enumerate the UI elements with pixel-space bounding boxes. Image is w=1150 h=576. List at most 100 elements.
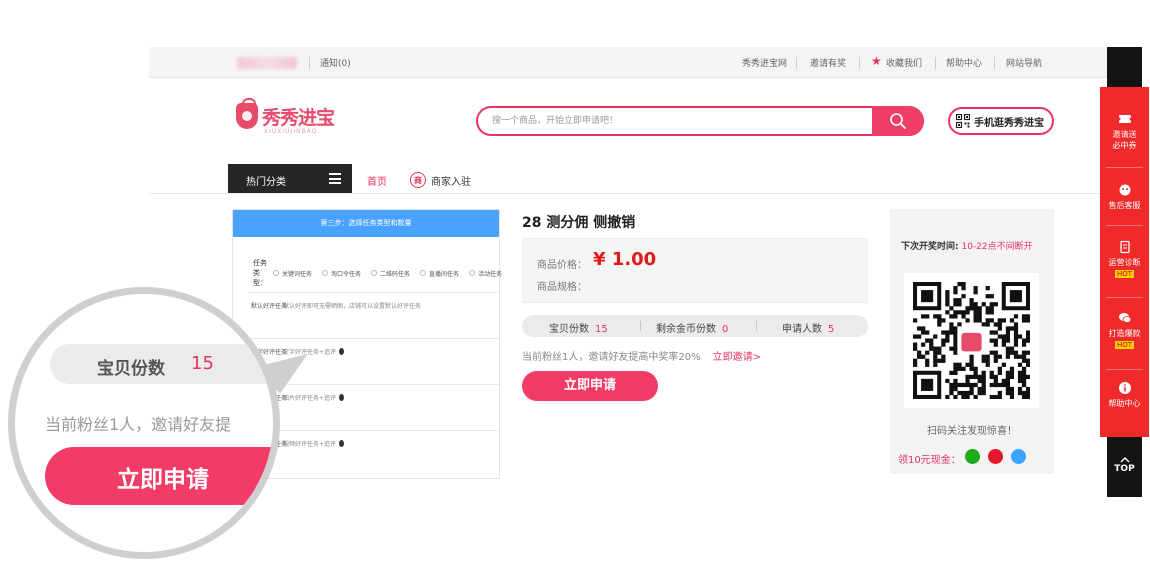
divider xyxy=(859,57,860,69)
price-label: 商品价格： xyxy=(537,260,587,271)
stat-label: 申请人数 xyxy=(782,324,822,335)
task-row[interactable]: 视频好评任务 视频好评任务+追评 xyxy=(249,430,499,476)
customer-service-icon xyxy=(1119,184,1130,196)
hot-badge: HOT xyxy=(1114,341,1135,349)
qq-icon[interactable] xyxy=(1011,449,1026,464)
stat-applicants: 申请人数 5 xyxy=(782,320,834,335)
divider xyxy=(1106,297,1143,298)
divider xyxy=(309,57,310,69)
apply-now-button[interactable]: 立即申请 xyxy=(522,371,658,401)
price-value: ¥ 1.00 xyxy=(593,249,657,270)
search-icon xyxy=(890,113,906,129)
chevron-up-icon xyxy=(1120,457,1129,463)
magnified-stat-value: 15 xyxy=(191,353,214,374)
qr-code-image xyxy=(913,282,1030,399)
task-step-header: 第三步：选择任务类型和数量 xyxy=(233,210,499,237)
sidebar-label: 邀请送 xyxy=(1112,130,1137,139)
price-box: 商品价格： ¥ 1.00 商品规格： xyxy=(522,238,868,303)
scan-hint: 扫码关注发现惊喜！ xyxy=(927,426,1017,437)
magnified-apply-button: 立即申请 xyxy=(45,447,273,505)
stat-value: 5 xyxy=(828,324,835,335)
task-row-desc: 图片好评任务+追评 xyxy=(283,393,345,402)
divider xyxy=(756,321,757,331)
help-center-link[interactable]: 帮助中心 xyxy=(946,56,982,69)
info-dot-icon xyxy=(339,394,345,401)
weibo-icon[interactable] xyxy=(988,449,1003,464)
product-title: 28 测分佣 侧撤销 xyxy=(522,215,636,231)
magnified-apply-label: 立即申请 xyxy=(117,467,209,493)
sidebar-label: 运营诊断 xyxy=(1108,258,1141,267)
back-to-top-button[interactable]: TOP xyxy=(1107,455,1142,485)
magnified-stat-pill xyxy=(50,344,273,384)
sidebar-item-after-sales[interactable]: 售后客服 xyxy=(1100,183,1149,211)
invite-reward-link[interactable]: 邀请有奖 xyxy=(810,56,846,69)
radio-icon xyxy=(371,270,378,276)
search-input[interactable] xyxy=(492,114,852,128)
logo-subtext: XIUXIUJINBAO xyxy=(264,128,318,135)
star-icon: ★ xyxy=(871,54,882,68)
stat-value: 0 xyxy=(722,324,729,335)
sidebar-label: 售后客服 xyxy=(1108,201,1141,210)
sidebar-item-invite-coupon[interactable]: 邀请送 必中券 xyxy=(1100,112,1149,151)
nav-divider xyxy=(149,193,1109,194)
merchant-icon: 商 xyxy=(410,172,426,188)
notice-link[interactable]: 通知(0) xyxy=(320,56,351,69)
user-name-blurred[interactable] xyxy=(237,57,297,69)
draw-time-value: 10-22点不间断开 xyxy=(961,242,1033,252)
task-type-option[interactable]: 淘口令任务 xyxy=(322,269,361,278)
divider xyxy=(1106,369,1143,370)
ticket-icon xyxy=(1117,115,1132,123)
invite-text: 当前粉丝1人，邀请好友提高中奖率20% xyxy=(522,352,701,363)
site-nav-link[interactable]: 网站导航 xyxy=(1006,56,1042,69)
task-row-desc-text: 视频好评任务+追评 xyxy=(283,441,337,448)
task-type-option[interactable]: 直播间任务 xyxy=(420,269,459,278)
sidebar-red-panel: 邀请送 必中券 售后客服 运营诊断 HOT 打造爆款 HOT 帮助中心 xyxy=(1100,87,1149,437)
bookmark-link[interactable]: 收藏我们 xyxy=(886,56,922,69)
magnified-stat-label: 宝贝份数 xyxy=(97,359,165,379)
radio-icon xyxy=(273,270,279,276)
task-type-option[interactable]: 二维码任务 xyxy=(371,269,410,278)
draw-time-label: 下次开奖时间: xyxy=(901,242,959,252)
task-row-desc: 默认好评即可无需晒图，店铺可以设置默认好评任务 xyxy=(283,303,422,310)
site-logo[interactable]: 秀秀进宝 XIUXIUJINBAO xyxy=(236,98,335,135)
divider xyxy=(1106,225,1143,226)
shopping-bag-icon xyxy=(236,98,258,129)
qr-code xyxy=(904,273,1039,408)
sidebar-label: 帮助中心 xyxy=(1108,399,1141,408)
category-label: 热门分类 xyxy=(246,177,286,188)
mobile-site-label: 手机逛秀秀进宝 xyxy=(974,117,1044,129)
divider xyxy=(640,321,641,331)
sidebar-item-bestseller[interactable]: 打造爆款 HOT xyxy=(1100,311,1149,350)
invite-now-link[interactable]: 立即邀请> xyxy=(713,352,761,363)
site-home-link[interactable]: 秀秀进宝网 xyxy=(742,56,787,69)
search-button[interactable] xyxy=(872,106,924,136)
task-type-option[interactable]: 活动任务 xyxy=(469,269,502,278)
nav-merchant-join[interactable]: 商 商家入驻 xyxy=(410,172,471,188)
hot-category-menu[interactable]: 热门分类 xyxy=(228,164,352,194)
divider xyxy=(1106,167,1143,168)
sidebar-item-diagnosis[interactable]: 运营诊断 HOT xyxy=(1100,240,1149,279)
divider xyxy=(994,57,995,69)
stat-value: 15 xyxy=(595,324,608,335)
info-dot-icon xyxy=(339,348,345,355)
option-label: 淘口令任务 xyxy=(331,270,362,278)
task-row[interactable]: 图片好评任务 图片好评任务+追评 xyxy=(249,384,499,430)
menu-icon xyxy=(329,173,341,184)
task-row[interactable]: 默认好评任务 默认好评即可无需晒图，店铺可以设置默认好评任务 xyxy=(249,292,499,338)
top-bar: 通知(0) 秀秀进宝网 邀请有奖 ★ 收藏我们 帮助中心 网站导航 xyxy=(149,47,1109,78)
cash-label: 领10元现金： xyxy=(898,455,961,466)
draw-time: 下次开奖时间: 10-22点不间断开 xyxy=(901,239,1033,252)
divider xyxy=(796,57,797,69)
hot-badge: HOT xyxy=(1114,270,1135,278)
sidebar-item-help[interactable]: 帮助中心 xyxy=(1100,381,1149,409)
divider xyxy=(935,57,936,69)
floating-sidebar: 邀请送 必中券 售后客服 运营诊断 HOT 打造爆款 HOT 帮助中心 xyxy=(1100,47,1149,497)
top-label: TOP xyxy=(1114,464,1135,474)
mobile-site-button[interactable]: 手机逛秀秀进宝 xyxy=(948,107,1054,135)
task-type-option[interactable]: 关键词任务 xyxy=(273,269,312,278)
wechat-icon[interactable] xyxy=(965,449,980,464)
sidebar-label: 必中券 xyxy=(1112,141,1137,150)
nav-home[interactable]: 首页 xyxy=(367,173,387,188)
task-row-desc: 视频好评任务+追评 xyxy=(283,439,345,448)
invite-line: 当前粉丝1人，邀请好友提高中奖率20% 立即邀请> xyxy=(522,348,761,363)
